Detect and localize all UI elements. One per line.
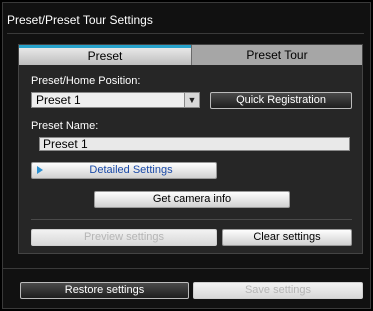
preset-select[interactable]: Preset 1 ▼	[31, 92, 200, 108]
detailed-settings-button[interactable]: Detailed Settings	[31, 162, 217, 179]
detailed-settings-label: Detailed Settings	[89, 164, 173, 176]
preset-home-label: Preset/Home Position:	[31, 75, 141, 87]
preview-settings-button[interactable]: Preview settings	[31, 229, 217, 246]
get-camera-info-button[interactable]: Get camera info	[94, 191, 290, 208]
footer-divider	[2, 268, 369, 269]
title-divider	[7, 33, 364, 34]
panel-divider	[31, 219, 352, 220]
restore-settings-button[interactable]: Restore settings	[20, 282, 189, 299]
save-settings-button[interactable]: Save settings	[193, 282, 363, 299]
tab-preset-tour[interactable]: Preset Tour	[191, 45, 362, 65]
tab-preset[interactable]: Preset	[19, 45, 191, 65]
window-title: Preset/Preset Tour Settings	[7, 13, 153, 27]
quick-registration-button[interactable]: Quick Registration	[210, 92, 352, 109]
dropdown-arrow-icon[interactable]: ▼	[184, 93, 199, 107]
settings-panel: Preset Preset Tour Preset/Home Position:…	[18, 44, 363, 254]
preset-select-value: Preset 1	[36, 93, 81, 107]
play-triangle-icon	[37, 166, 43, 174]
clear-settings-button[interactable]: Clear settings	[222, 229, 352, 246]
preset-name-label: Preset Name:	[31, 120, 99, 132]
preset-name-field[interactable]: Preset 1	[39, 137, 350, 151]
